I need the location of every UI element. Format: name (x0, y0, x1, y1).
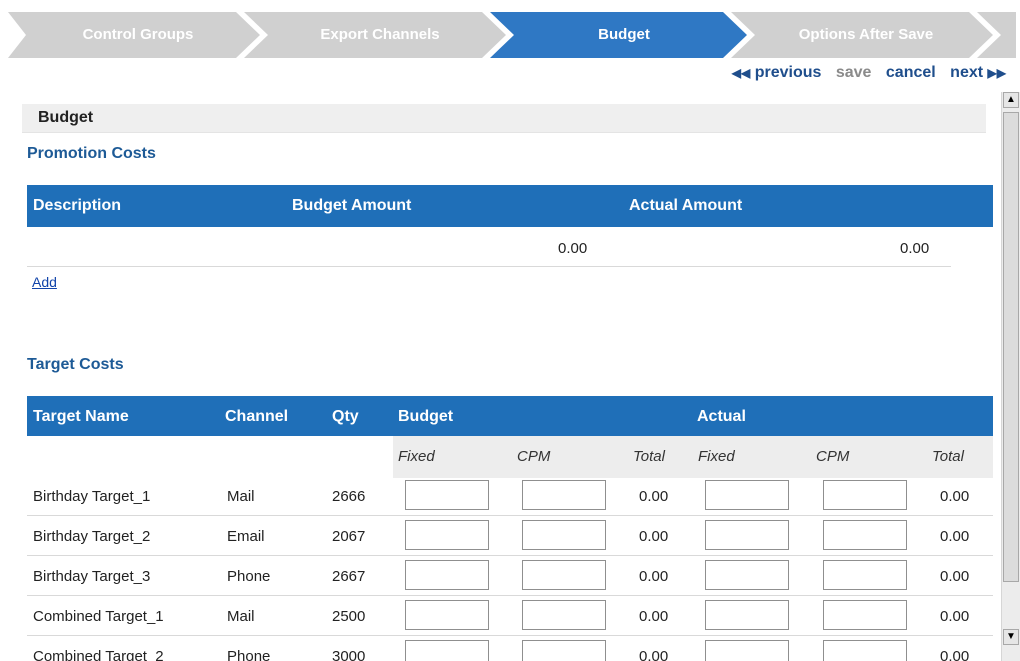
budget-total-cell: 0.00 (639, 568, 669, 585)
subheader-blank (27, 436, 393, 478)
actual-fixed-input[interactable] (705, 560, 789, 590)
scroll-down-icon[interactable]: ▼ (1003, 629, 1019, 645)
target-costs-subheader: Fixed CPM Total Fixed CPM Total (27, 436, 993, 478)
row-divider (27, 555, 993, 556)
target-name-cell: Combined Target_1 (33, 608, 164, 625)
wizard-steps: Control Groups Export Channels Budget Op… (8, 12, 1016, 58)
previous-label: previous (754, 64, 822, 81)
actual-fixed-input[interactable] (705, 600, 789, 630)
actual-total-cell: 0.00 (940, 488, 970, 505)
wizard-nav: ◀◀ previous save cancel next ▶▶ (722, 62, 1006, 84)
qty-cell: 2666 (332, 488, 366, 505)
col-qty: Qty (332, 408, 359, 425)
qty-cell: 2667 (332, 568, 366, 585)
actual-total-cell: 0.00 (940, 528, 970, 545)
budget-fixed-input[interactable] (405, 520, 489, 550)
budget-cpm-input[interactable] (522, 600, 606, 630)
step-export-channels[interactable]: Export Channels (270, 12, 490, 58)
col-actual: Actual (697, 408, 746, 425)
qty-cell: 3000 (332, 648, 366, 661)
budget-cpm-input[interactable] (522, 640, 606, 661)
budget-cpm-input[interactable] (522, 520, 606, 550)
previous-icon: ◀◀ (731, 66, 751, 80)
budget-fixed-input[interactable] (405, 640, 489, 661)
subcol-actual-fixed: Fixed (698, 448, 735, 465)
col-budget: Budget (398, 408, 454, 425)
promotion-actual-amount-cell: 0.00 (900, 240, 930, 257)
step-options-after-save[interactable]: Options After Save (756, 12, 976, 58)
promotion-costs-header: Description Budget Amount Actual Amount (27, 185, 993, 227)
promotion-row-divider (27, 266, 951, 267)
step-control-groups[interactable]: Control Groups (28, 12, 248, 58)
qty-cell: 2067 (332, 528, 366, 545)
actual-total-cell: 0.00 (940, 648, 970, 661)
next-icon: ▶▶ (987, 66, 1006, 80)
cancel-button[interactable]: cancel (886, 64, 936, 81)
target-costs-header: Target Name Channel Qty Budget Actual (27, 396, 993, 436)
subcol-budget-fixed: Fixed (398, 448, 435, 465)
next-label: next (950, 64, 984, 81)
channel-cell: Mail (227, 488, 255, 505)
channel-cell: Phone (227, 648, 271, 661)
target-name-cell: Birthday Target_3 (33, 568, 151, 585)
previous-button[interactable]: ◀◀ previous (732, 64, 822, 81)
budget-scroll-area[interactable]: Budget Promotion Costs Description Budge… (12, 92, 1020, 661)
promotion-costs-title: Promotion Costs (27, 145, 156, 162)
col-channel: Channel (225, 408, 289, 425)
actual-fixed-input[interactable] (705, 520, 789, 550)
actual-cpm-input[interactable] (823, 480, 907, 510)
scroll-up-icon[interactable]: ▲ (1003, 92, 1019, 108)
target-costs-title: Target Costs (27, 356, 124, 373)
add-promotion-cost-link[interactable]: Add (32, 274, 57, 290)
step-budget[interactable]: Budget (514, 12, 734, 58)
promotion-budget-amount-cell: 0.00 (558, 240, 588, 257)
budget-fixed-input[interactable] (405, 560, 489, 590)
subcol-budget-total: Total (633, 448, 665, 465)
row-divider (27, 515, 993, 516)
subcol-actual-total: Total (932, 448, 964, 465)
actual-cpm-input[interactable] (823, 640, 907, 661)
budget-total-cell: 0.00 (639, 608, 669, 625)
subcol-actual-cpm: CPM (816, 448, 850, 465)
budget-cpm-input[interactable] (522, 480, 606, 510)
actual-total-cell: 0.00 (940, 608, 970, 625)
actual-fixed-input[interactable] (705, 480, 789, 510)
next-button[interactable]: next ▶▶ (950, 64, 1006, 81)
col-target-name: Target Name (33, 408, 129, 425)
channel-cell: Phone (227, 568, 271, 585)
channel-cell: Email (227, 528, 265, 545)
save-button: save (835, 64, 872, 81)
budget-cpm-input[interactable] (522, 560, 606, 590)
budget-total-cell: 0.00 (639, 648, 669, 661)
vertical-scrollbar[interactable]: ▲ ▼ (1001, 92, 1020, 661)
budget-section-title: Budget (38, 109, 94, 126)
actual-cpm-input[interactable] (823, 520, 907, 550)
actual-cpm-input[interactable] (823, 560, 907, 590)
actual-cpm-input[interactable] (823, 600, 907, 630)
actual-fixed-input[interactable] (705, 640, 789, 661)
target-name-cell: Birthday Target_2 (33, 528, 151, 545)
row-divider (27, 595, 993, 596)
channel-cell: Mail (227, 608, 255, 625)
col-description: Description (33, 197, 122, 214)
row-divider (27, 635, 993, 636)
scrollbar-thumb[interactable] (1003, 112, 1019, 582)
budget-fixed-input[interactable] (405, 480, 489, 510)
budget-section-header: Budget (22, 104, 986, 133)
budget-fixed-input[interactable] (405, 600, 489, 630)
col-actual-amount: Actual Amount (629, 197, 743, 214)
col-budget-amount: Budget Amount (292, 197, 412, 214)
qty-cell: 2500 (332, 608, 366, 625)
budget-total-cell: 0.00 (639, 528, 669, 545)
budget-panel: Budget Promotion Costs Description Budge… (12, 92, 1002, 661)
actual-total-cell: 0.00 (940, 568, 970, 585)
subcol-budget-cpm: CPM (517, 448, 551, 465)
target-name-cell: Birthday Target_1 (33, 488, 151, 505)
target-name-cell: Combined Target_2 (33, 648, 164, 661)
budget-total-cell: 0.00 (639, 488, 669, 505)
